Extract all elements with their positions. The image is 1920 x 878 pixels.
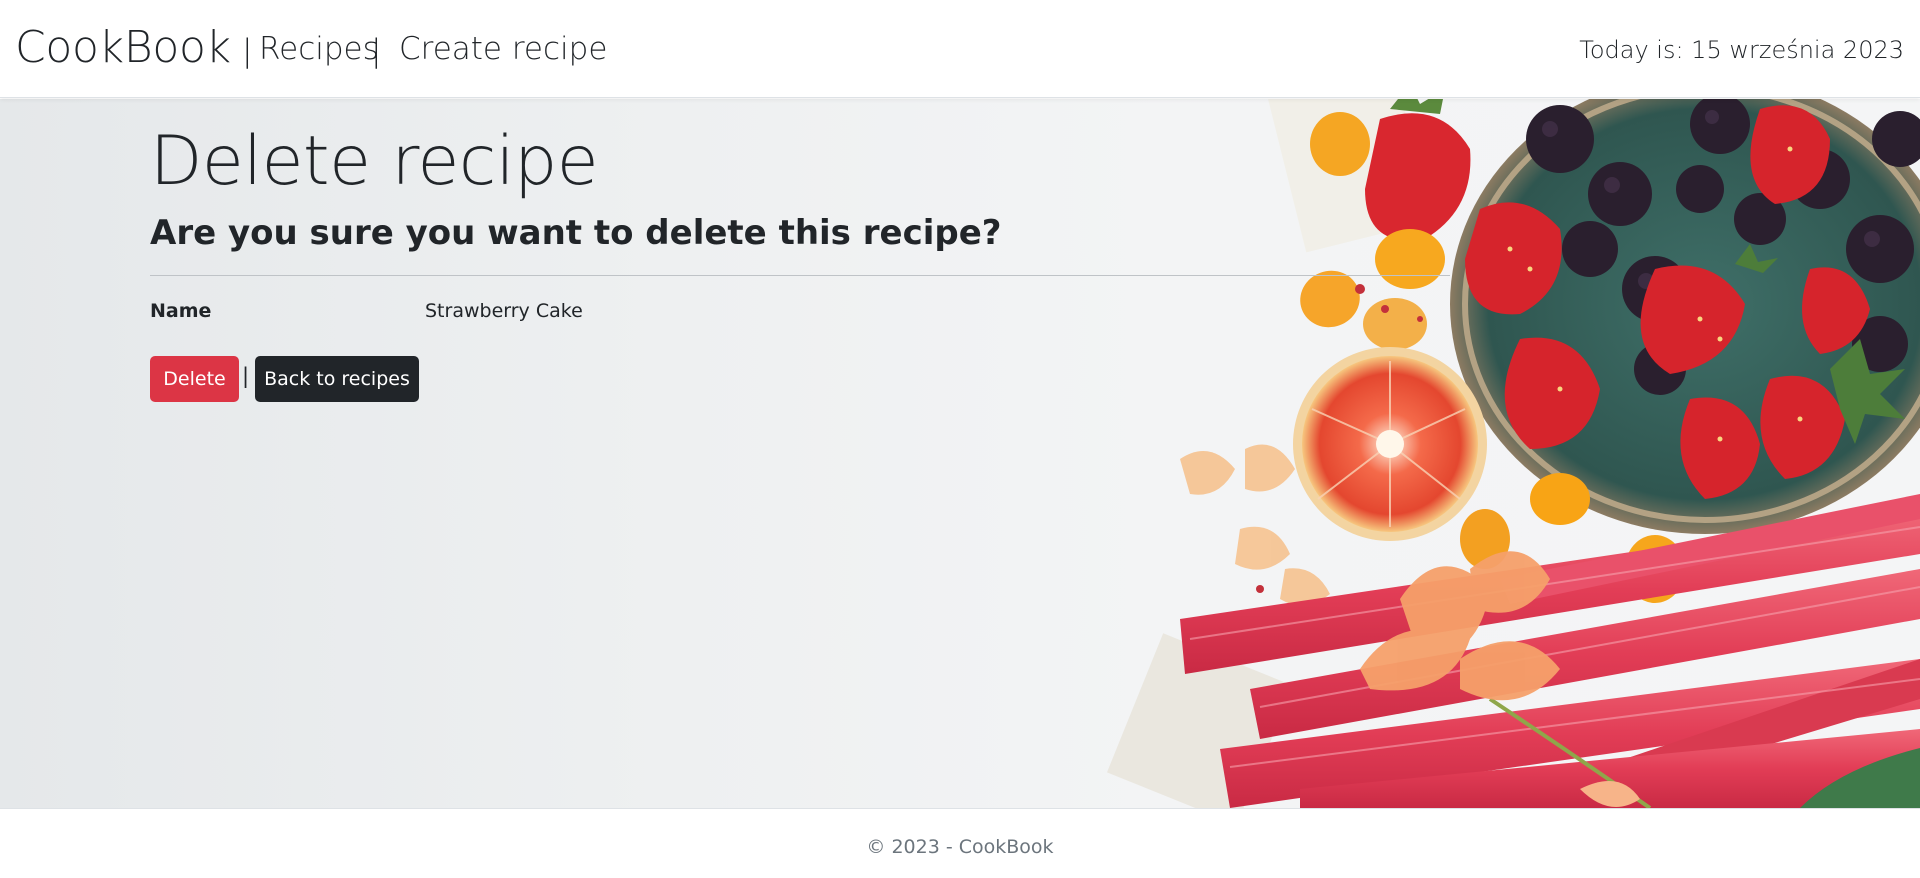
nav-separator: | xyxy=(371,33,382,69)
confirm-question: Are you sure you want to delete this rec… xyxy=(150,213,1002,253)
detail-label-name: Name xyxy=(150,300,212,322)
today-date: Today is: 15 września 2023 xyxy=(1579,36,1904,64)
main-content: Delete recipe Are you sure you want to d… xyxy=(0,99,1920,808)
fruit-background-image xyxy=(1107,99,1920,808)
delete-button[interactable]: Delete xyxy=(150,356,239,402)
brand-logo-link[interactable]: CookBook xyxy=(15,22,231,73)
detail-value-name: Strawberry Cake xyxy=(425,300,583,322)
button-separator: | xyxy=(242,364,250,388)
nav-separator: | xyxy=(242,33,253,69)
page-title: Delete recipe xyxy=(150,122,599,201)
divider xyxy=(150,275,1450,276)
back-to-recipes-button[interactable]: Back to recipes xyxy=(255,356,419,402)
nav-link-recipes[interactable]: Recipes xyxy=(259,31,379,67)
footer: © 2023 - CookBook xyxy=(0,808,1920,878)
nav-link-create-recipe[interactable]: Create recipe xyxy=(399,31,607,67)
copyright-text: © 2023 - CookBook xyxy=(866,836,1054,858)
navbar: CookBook | Recipes | Create recipe Today… xyxy=(0,0,1920,98)
